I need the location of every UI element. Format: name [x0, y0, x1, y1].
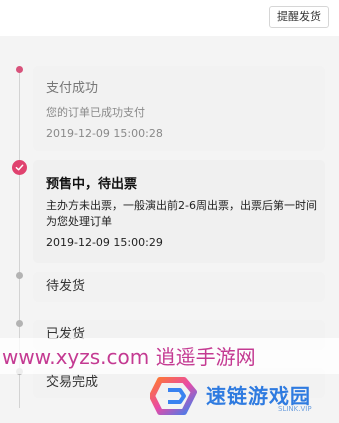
watermark-site-text: www.xyzs.com 逍遥手游网	[2, 345, 256, 369]
step-timestamp: 2019-12-09 15:00:28	[46, 127, 163, 140]
step-timestamp: 2019-12-09 15:00:29	[46, 236, 163, 249]
timeline-dot-pending	[16, 272, 23, 279]
step-description: 主办方未出票，一般演出前2-6周出票，出票后第一时间为您处理订单	[46, 199, 317, 228]
timeline-card-paid: 支付成功 您的订单已成功支付 2019-12-09 15:00:28	[33, 66, 325, 151]
step-description: 您的订单已成功支付	[46, 106, 145, 119]
watermark-brand-domain: SLINK.VIP	[278, 405, 312, 413]
timeline-dot-pending	[16, 320, 23, 327]
check-icon	[15, 164, 24, 171]
slink-logo-icon	[150, 377, 197, 415]
remind-shipping-button[interactable]: 提醒发货	[269, 6, 329, 28]
timeline-current-check-icon	[12, 160, 27, 175]
timeline-card-presale: 预售中，待出票 主办方未出票，一般演出前2-6周出票，出票后第一时间为您处理订单…	[33, 160, 325, 263]
timeline-card-awaiting-shipment: 待发货	[33, 272, 325, 302]
top-bar: 提醒发货	[0, 0, 339, 36]
watermark-logo-block: 速链游戏园 SLINK.VIP	[150, 374, 320, 418]
step-title: 支付成功	[46, 81, 99, 96]
step-title: 预售中，待出票	[46, 177, 138, 192]
step-title: 待发货	[46, 279, 86, 294]
timeline-dot-completed	[16, 66, 23, 73]
